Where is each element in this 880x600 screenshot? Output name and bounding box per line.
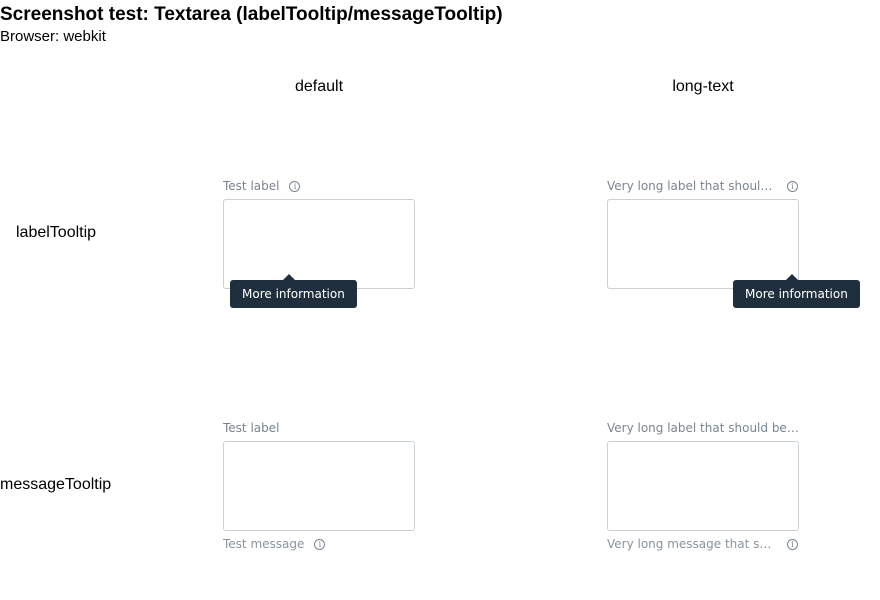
info-icon[interactable]: i	[787, 180, 798, 192]
field-label-row: Very long label that should be truncated…	[607, 178, 799, 194]
textarea-field-message-tooltip-long: Very long label that should be truncated…	[607, 420, 799, 552]
textarea-input[interactable]	[223, 441, 415, 531]
tooltip-arrow	[283, 274, 295, 280]
field-message-row: Very long message that should be truncat…	[607, 536, 799, 552]
field-label-row: Very long label that should be truncated	[607, 420, 799, 436]
row-header-message-tooltip: messageTooltip	[0, 476, 112, 493]
tooltip: More information	[733, 274, 860, 308]
field-label: Test label	[223, 179, 280, 193]
field-label-row: Test label i	[223, 178, 415, 194]
textarea-field-label-tooltip-long: Very long label that should be truncated…	[607, 178, 799, 289]
tooltip: More information	[230, 274, 357, 308]
field-message-row: Test message i	[223, 536, 415, 552]
column-header-long-text: long-text	[672, 78, 734, 95]
field-message: Very long message that should be truncat…	[607, 537, 777, 551]
textarea-input[interactable]	[607, 199, 799, 289]
field-message: Test message	[223, 537, 305, 551]
field-label: Test label	[223, 421, 280, 435]
tooltip-text: More information	[242, 287, 345, 301]
info-icon[interactable]: i	[787, 538, 798, 550]
info-icon[interactable]: i	[314, 538, 326, 550]
field-label: Very long label that should be truncated	[607, 421, 799, 435]
info-icon[interactable]: i	[289, 180, 301, 192]
tooltip-text: More information	[745, 287, 848, 301]
field-label-row: Test label	[223, 420, 415, 436]
browser-label: Browser: webkit	[0, 28, 106, 45]
tooltip-arrow	[786, 274, 798, 280]
textarea-field-label-tooltip-default: Test label i	[223, 178, 415, 289]
row-header-label-tooltip: labelTooltip	[16, 224, 97, 241]
textarea-field-message-tooltip-default: Test label Test message i	[223, 420, 415, 552]
column-header-default: default	[294, 78, 344, 95]
page-title: Screenshot test: Textarea (labelTooltip/…	[0, 4, 503, 25]
field-label: Very long label that should be truncated	[607, 179, 777, 193]
textarea-input[interactable]	[607, 441, 799, 531]
textarea-input[interactable]	[223, 199, 415, 289]
